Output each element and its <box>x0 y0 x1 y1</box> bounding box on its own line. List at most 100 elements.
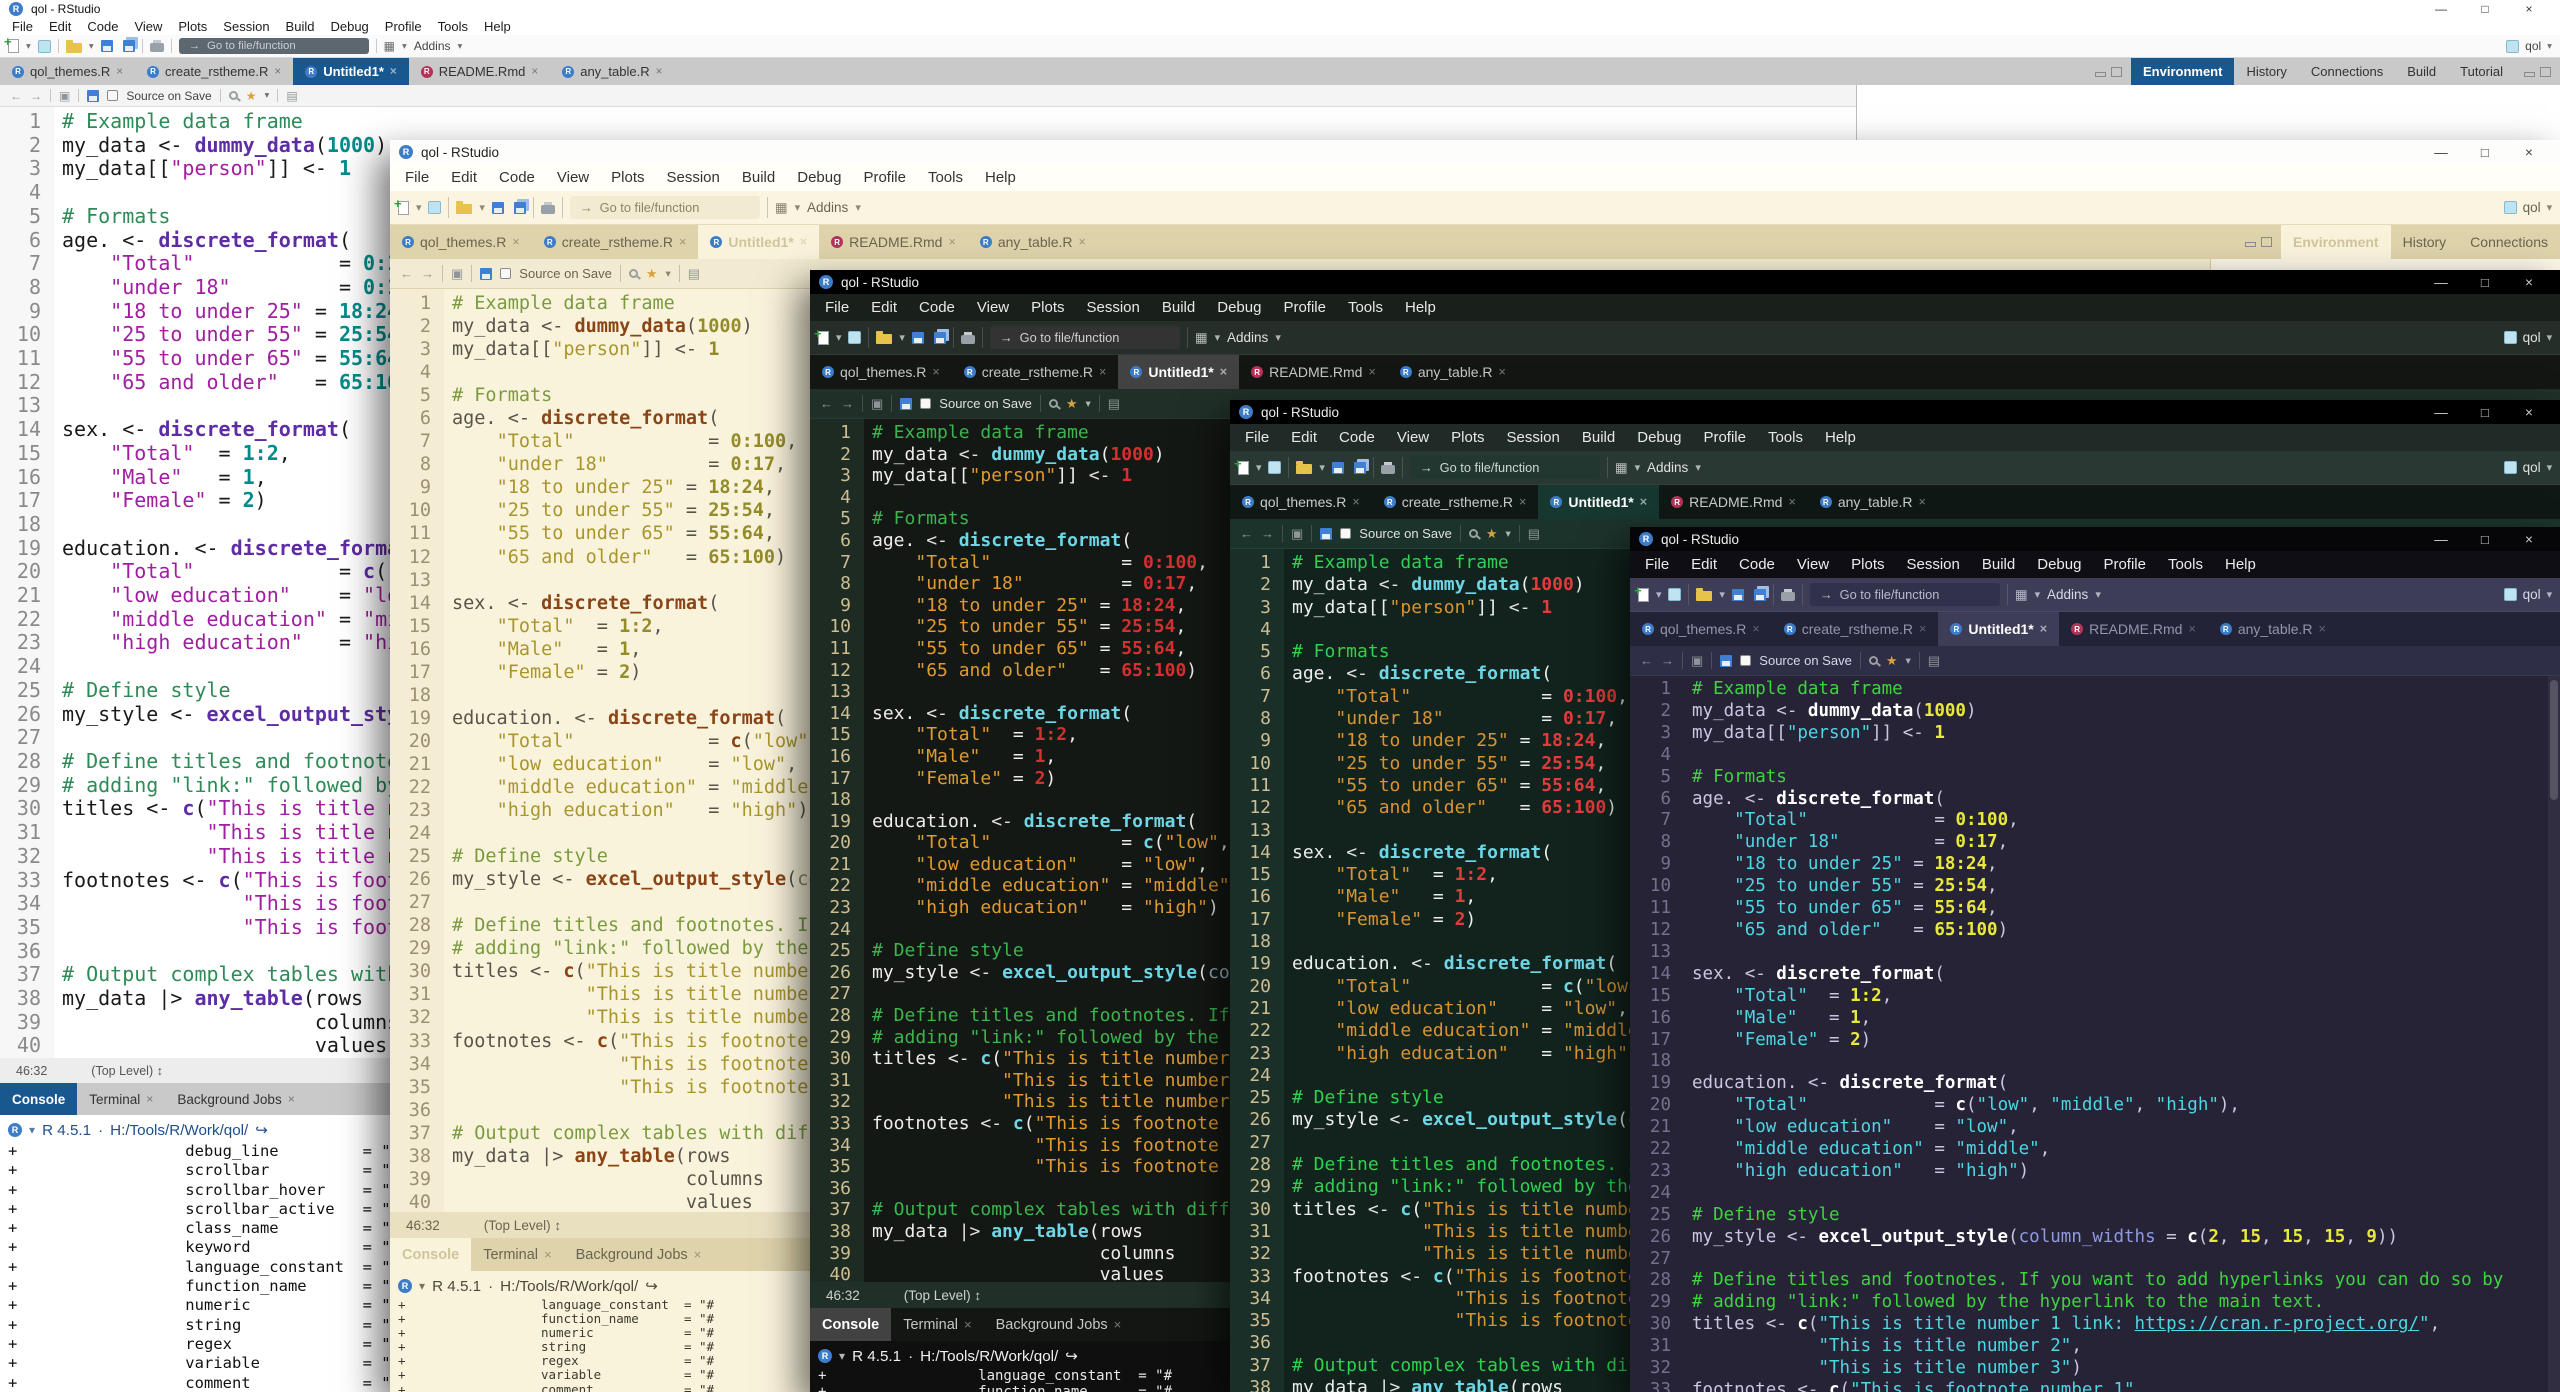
maximize-button[interactable]: □ <box>2463 532 2507 547</box>
chevron-down-icon[interactable]: ▾ <box>1656 588 1661 601</box>
open-file-icon[interactable] <box>876 334 892 344</box>
chevron-down-icon[interactable]: ▾ <box>855 201 860 214</box>
back-icon[interactable]: ← <box>1640 653 1653 668</box>
tab-background-jobs[interactable]: Background Jobs × <box>984 1308 1134 1341</box>
tab-readme-rmd[interactable]: RREADME.Rmd× <box>819 225 968 259</box>
menu-build[interactable]: Build <box>1151 299 1206 316</box>
compile-report-icon[interactable]: ▤ <box>286 89 297 103</box>
tab-untitled1-[interactable]: RUntitled1*× <box>1118 355 1239 389</box>
menu-session[interactable]: Session <box>1076 299 1151 316</box>
close-icon[interactable]: × <box>274 65 281 78</box>
close-icon[interactable]: × <box>1352 495 1359 509</box>
addins-button[interactable]: Addins <box>414 39 451 53</box>
close-icon[interactable]: × <box>1919 495 1926 509</box>
minimize-pane-icon[interactable] <box>2524 72 2535 77</box>
new-file-icon[interactable] <box>1238 461 1249 475</box>
tab-console[interactable]: Console <box>810 1308 891 1341</box>
new-project-icon[interactable] <box>1268 461 1281 474</box>
back-icon[interactable]: ← <box>10 89 22 103</box>
tab-connections[interactable]: Connections <box>2458 225 2560 259</box>
forward-icon[interactable]: → <box>1261 526 1274 541</box>
menu-plots[interactable]: Plots <box>170 19 215 34</box>
source-on-save-checkbox[interactable] <box>500 268 511 279</box>
close-icon[interactable]: × <box>116 65 123 78</box>
tab-untitled1-[interactable]: RUntitled1*× <box>293 58 409 85</box>
menu-build[interactable]: Build <box>1571 429 1626 446</box>
pane-layout-icon[interactable]: ▦ <box>2015 587 2028 603</box>
menu-code[interactable]: Code <box>1328 429 1386 446</box>
menu-debug[interactable]: Debug <box>322 19 376 34</box>
tab-environment[interactable]: Environment <box>2131 58 2234 85</box>
menu-code[interactable]: Code <box>488 169 546 186</box>
chevron-down-icon[interactable]: ▾ <box>839 1349 845 1363</box>
search-icon[interactable] <box>629 269 638 278</box>
save-all-icon[interactable] <box>934 332 946 344</box>
print-icon[interactable] <box>961 335 975 344</box>
code-tools-icon[interactable]: ★ <box>646 266 658 282</box>
menu-help[interactable]: Help <box>2214 556 2267 573</box>
back-icon[interactable]: ← <box>1240 526 1253 541</box>
pane-layout-icon[interactable]: ▦ <box>1195 330 1208 346</box>
tab-history[interactable]: History <box>2391 225 2459 259</box>
new-file-icon[interactable] <box>818 331 829 345</box>
project-button[interactable]: qol ▾ <box>2504 587 2552 602</box>
search-icon[interactable] <box>1469 529 1478 538</box>
menu-help[interactable]: Help <box>974 169 1027 186</box>
open-file-icon[interactable] <box>456 204 472 214</box>
menu-profile[interactable]: Profile <box>1692 429 1757 446</box>
new-project-icon[interactable] <box>38 40 51 53</box>
close-icon[interactable]: × <box>800 235 807 249</box>
print-icon[interactable] <box>150 43 164 52</box>
tab-any-table-r[interactable]: Rany_table.R× <box>550 58 674 85</box>
close-icon[interactable]: × <box>1114 1317 1122 1332</box>
chevron-down-icon[interactable]: ▾ <box>836 331 841 344</box>
pane-layout-icon[interactable]: ▦ <box>775 200 788 216</box>
tab-any-table-r[interactable]: Rany_table.R× <box>2208 612 2338 646</box>
close-icon[interactable]: × <box>2040 622 2047 636</box>
chevron-down-icon[interactable]: ▾ <box>479 201 484 214</box>
minimize-button[interactable]: — <box>2419 275 2463 290</box>
popout-icon[interactable]: ▣ <box>59 89 70 103</box>
tab-create-rstheme-r[interactable]: Rcreate_rstheme.R× <box>1372 485 1539 519</box>
popout-icon[interactable]: ▣ <box>871 396 883 412</box>
close-icon[interactable]: × <box>512 235 519 249</box>
project-button[interactable]: qol ▾ <box>2504 330 2552 345</box>
tab-any-table-r[interactable]: Rany_table.R× <box>968 225 1098 259</box>
menu-debug[interactable]: Debug <box>2026 556 2092 573</box>
addins-button[interactable]: Addins <box>2047 587 2088 602</box>
menu-file[interactable]: File <box>394 169 440 186</box>
menu-help[interactable]: Help <box>476 19 519 34</box>
menu-profile[interactable]: Profile <box>852 169 917 186</box>
menu-tools[interactable]: Tools <box>1757 429 1814 446</box>
chevron-down-icon[interactable]: ▾ <box>1085 398 1090 410</box>
menu-session[interactable]: Session <box>1896 556 1971 573</box>
chevron-down-icon[interactable]: ▾ <box>265 90 270 101</box>
chevron-down-icon[interactable]: ▾ <box>1635 461 1640 474</box>
new-file-icon[interactable] <box>398 201 409 215</box>
menu-edit[interactable]: Edit <box>440 169 488 186</box>
tab-qol-themes-r[interactable]: Rqol_themes.R× <box>0 58 135 85</box>
tab-connections[interactable]: Connections <box>2299 58 2395 85</box>
menu-file[interactable]: File <box>1234 429 1280 446</box>
chevron-down-icon[interactable]: ▾ <box>899 331 904 344</box>
tab-create-rstheme-r[interactable]: Rcreate_rstheme.R× <box>135 58 293 85</box>
code-tools-icon[interactable]: ★ <box>1486 526 1498 542</box>
save-icon[interactable] <box>480 268 492 280</box>
close-icon[interactable]: × <box>932 365 939 379</box>
menu-help[interactable]: Help <box>1394 299 1447 316</box>
tab-readme-rmd[interactable]: RREADME.Rmd× <box>1239 355 1388 389</box>
chevron-down-icon[interactable]: ▾ <box>29 1123 35 1137</box>
tab-untitled1-[interactable]: RUntitled1*× <box>698 225 819 259</box>
menu-file[interactable]: File <box>1634 556 1680 573</box>
menu-edit[interactable]: Edit <box>860 299 908 316</box>
tab-history[interactable]: History <box>2234 58 2298 85</box>
project-button[interactable]: qol ▾ <box>2506 39 2552 53</box>
close-icon[interactable]: × <box>1368 365 1375 379</box>
search-icon[interactable] <box>1049 399 1058 408</box>
close-icon[interactable]: × <box>694 1247 702 1262</box>
close-icon[interactable]: × <box>1499 365 1506 379</box>
popout-icon[interactable]: ▣ <box>1691 653 1703 669</box>
scope-indicator[interactable]: (Top Level) ↕ <box>91 1064 163 1078</box>
code-tools-icon[interactable]: ★ <box>246 89 257 103</box>
compile-report-icon[interactable]: ▤ <box>1108 396 1120 412</box>
